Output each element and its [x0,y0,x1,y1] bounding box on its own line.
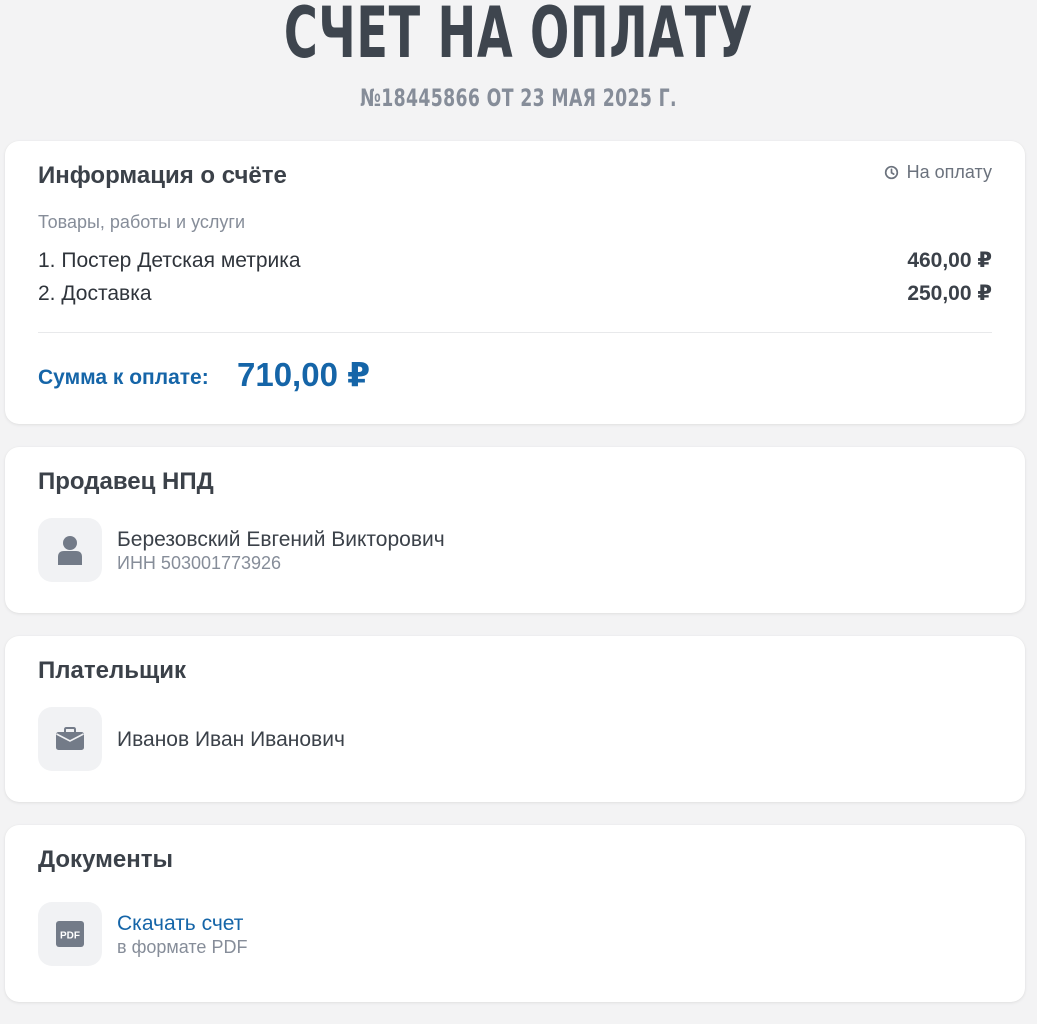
list-item: 1. Постер Детская метрика 460,00 ₽ [38,248,992,273]
invoice-info-card: Информация о счёте На оплату Товары, раб… [5,141,1025,424]
briefcase-icon [38,707,102,771]
person-icon [38,518,102,582]
divider [38,332,992,333]
seller-name: Березовский Евгений Викторович [117,528,445,551]
documents-title: Документы [38,846,173,873]
payer-name: Иванов Иван Иванович [117,728,345,751]
item-price: 250,00 ₽ [907,282,992,305]
seller-title: Продавец НПД [38,468,214,495]
item-name: 2. Доставка [38,281,152,305]
seller-inn: ИНН 503001773926 [117,553,282,573]
page-title: СЧЕТ НА ОПЛАТУ [283,0,754,74]
total-amount: 710,00 ₽ [237,356,371,393]
total-label: Сумма к оплате: [38,366,209,389]
list-item: 2. Доставка 250,00 ₽ [38,281,992,306]
seller-card: Продавец НПД Березовский Евгений Викторо… [5,447,1025,613]
invoice-number: №18445866 ОТ 23 МАЯ 2025 Г. [360,84,677,112]
status-text: На оплату [906,162,992,182]
download-format-text: в формате PDF [117,937,248,957]
documents-card: Документы PDF Скачать счет в формате PDF [5,825,1025,1002]
pdf-icon[interactable]: PDF [38,902,102,966]
invoice-info-title: Информация о счёте [38,162,287,189]
item-name: 1. Постер Детская метрика [38,248,301,272]
clock-icon [884,165,899,180]
item-price: 460,00 ₽ [907,249,992,272]
svg-text:PDF: PDF [60,931,80,942]
payer-card: Плательщик Иванов Иван Иванович [5,636,1025,802]
items-label: Товары, работы и услуги [38,212,246,232]
download-invoice-link[interactable]: Скачать счет [117,912,243,936]
status-badge: На оплату [884,162,992,183]
payer-title: Плательщик [38,657,186,684]
